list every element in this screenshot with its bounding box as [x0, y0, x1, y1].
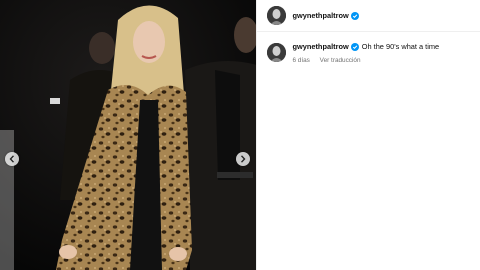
see-translation-link[interactable]: Ver traducción — [320, 57, 361, 64]
header-username[interactable]: gwynethpaltrow — [292, 11, 348, 20]
next-photo-button[interactable] — [236, 152, 250, 166]
avatar-image — [267, 6, 287, 25]
post-header: gwynethpaltrow — [257, 0, 480, 32]
verified-badge-icon — [350, 11, 359, 20]
previous-photo-button[interactable] — [5, 152, 19, 166]
photo-illustration — [0, 0, 257, 270]
comment-body: gwynethpaltrow Oh the 90's what a time 6… — [292, 42, 439, 64]
post-photo[interactable] — [0, 0, 257, 270]
avatar[interactable] — [267, 6, 287, 25]
verified-badge-icon — [350, 42, 359, 51]
post-sidebar: gwynethpaltrow gwynethpaltrow Oh the 90'… — [256, 0, 480, 270]
caption-text: Oh the 90's what a time — [361, 42, 440, 51]
chevron-left-icon — [9, 155, 15, 163]
avatar[interactable] — [267, 43, 287, 62]
instagram-post: gwynethpaltrow gwynethpaltrow Oh the 90'… — [0, 0, 480, 270]
caption-comment: gwynethpaltrow Oh the 90's what a time 6… — [257, 32, 480, 64]
caption-username[interactable]: gwynethpaltrow — [292, 42, 348, 51]
avatar-image — [267, 43, 287, 62]
post-age[interactable]: 6 días — [292, 57, 309, 64]
chevron-right-icon — [240, 155, 246, 163]
